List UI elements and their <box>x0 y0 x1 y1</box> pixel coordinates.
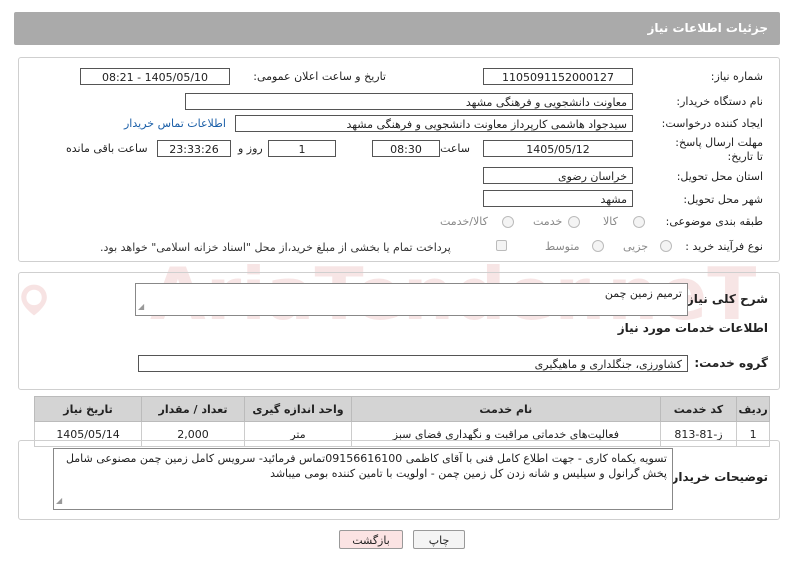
category-option-service: خدمت <box>533 215 563 228</box>
province-label: استان محل تحویل: <box>676 170 763 183</box>
print-button[interactable]: چاپ <box>413 530 465 549</box>
need-info-panel <box>18 57 780 262</box>
description-text: ترمیم زمین چمن <box>604 287 682 300</box>
col-header-need-date: تاریخ نیاز <box>33 396 143 422</box>
resize-grip-icon[interactable]: ◢ <box>138 299 144 314</box>
remaining-time-field[interactable]: 23:33:26 <box>157 140 231 157</box>
deadline-time-label: ساعت <box>440 142 470 155</box>
deadline-label: مهلت ارسال پاسخ: تا تاریخ: <box>675 136 763 163</box>
treasury-payment-checkbox[interactable] <box>496 240 507 251</box>
services-section-title: اطلاعات خدمات مورد نیاز <box>617 321 768 335</box>
need-number-label: شماره نیاز: <box>710 70 763 83</box>
description-label: شرح کلی نیاز: <box>682 292 768 306</box>
creator-label: ایجاد کننده درخواست: <box>661 117 763 130</box>
announce-field[interactable]: 1405/05/10 - 08:21 <box>80 68 230 85</box>
category-label: طبقه بندی موضوعی: <box>665 215 763 228</box>
process-radio-medium[interactable] <box>592 240 604 252</box>
col-header-quantity: تعداد / مقدار <box>141 396 245 422</box>
resize-grip-icon[interactable]: ◢ <box>56 493 62 508</box>
remaining-time-label: ساعت باقی مانده <box>66 142 148 155</box>
days-remaining-field[interactable]: 1 <box>268 140 336 157</box>
service-group-field[interactable]: کشاورزی، جنگلداری و ماهیگیری <box>138 355 688 372</box>
category-radio-service[interactable] <box>568 216 580 228</box>
province-field[interactable]: خراسان رضوی <box>483 167 633 184</box>
need-number-field[interactable]: 1105091152000127 <box>483 68 633 85</box>
process-radio-minor[interactable] <box>660 240 672 252</box>
col-header-unit: واحد اندازه گیری <box>243 396 352 422</box>
page-header: جزئیات اطلاعات نیاز <box>14 12 780 45</box>
category-option-goods-service: کالا/خدمت <box>440 215 488 228</box>
table-header-row: ردیف کد خدمت نام خدمت واحد اندازه گیری ت… <box>33 396 770 422</box>
back-button[interactable]: بازگشت <box>339 530 403 549</box>
col-header-service-name: نام خدمت <box>350 396 661 422</box>
col-header-service-code: کد خدمت <box>659 396 738 422</box>
buyer-org-field[interactable]: معاونت دانشجویی و فرهنگی مشهد <box>185 93 633 110</box>
category-radio-goods-service[interactable] <box>502 216 514 228</box>
creator-field[interactable]: سیدجواد هاشمی کارپرداز معاونت دانشجویی و… <box>235 115 633 132</box>
category-option-goods: کالا <box>603 215 618 228</box>
deadline-date-field[interactable]: 1405/05/12 <box>483 140 633 157</box>
service-group-label: گروه خدمت: <box>694 356 768 370</box>
city-label: شهر محل تحویل: <box>683 193 763 206</box>
days-label: روز و <box>238 142 263 155</box>
buyer-notes-text: تسویه یکماه کاری - جهت اطلاع کامل فنی با… <box>65 452 667 480</box>
city-field[interactable]: مشهد <box>483 190 633 207</box>
description-field[interactable]: ترمیم زمین چمن ◢ <box>135 283 688 316</box>
category-radio-goods[interactable] <box>633 216 645 228</box>
deadline-time-field[interactable]: 08:30 <box>372 140 440 157</box>
col-header-row-number: ردیف <box>736 396 770 422</box>
buyer-notes-field[interactable]: تسویه یکماه کاری - جهت اطلاع کامل فنی با… <box>53 448 673 510</box>
page-title: جزئیات اطلاعات نیاز <box>647 21 768 35</box>
buyer-org-label: نام دستگاه خریدار: <box>676 95 763 108</box>
buyer-notes-label: توضیحات خریدار: <box>666 470 768 484</box>
contact-buyer-link[interactable]: اطلاعات تماس خریدار <box>124 117 226 130</box>
announce-label: تاریخ و ساعت اعلان عمومی: <box>253 70 386 83</box>
